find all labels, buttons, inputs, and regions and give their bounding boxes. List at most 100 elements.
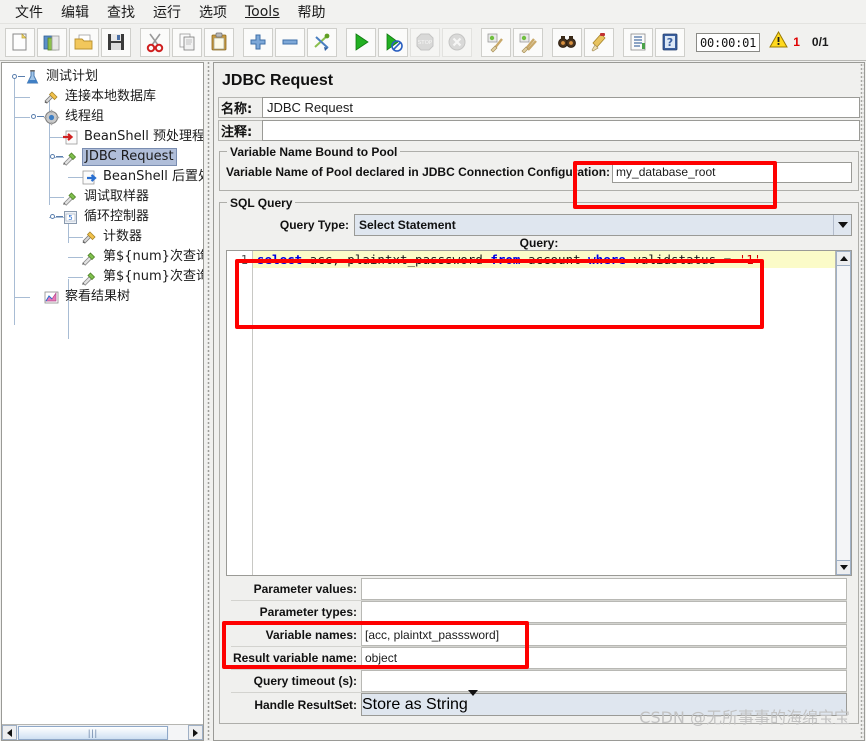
- tree-expander[interactable]: [48, 152, 63, 161]
- query-timeout-input[interactable]: [361, 670, 847, 692]
- sql-code-line: select acc, plaintxt_passsword from acco…: [253, 251, 835, 268]
- query-timeout-label: Query timeout (s):: [253, 674, 357, 688]
- collapse-all-button[interactable]: [275, 27, 305, 57]
- tree-node-query-sampler-1[interactable]: 第${num}次查询_假: [2, 247, 203, 267]
- tree-horizontal-scrollbar[interactable]: |||: [2, 724, 203, 740]
- tree-node-label: 察看结果树: [65, 289, 131, 304]
- stop-button[interactable]: STOP: [410, 27, 440, 57]
- shutdown-button[interactable]: [442, 27, 472, 57]
- sql-editor[interactable]: 1 select acc, plaintxt_passsword from ac…: [226, 250, 852, 576]
- tree-line: [14, 297, 30, 298]
- tree-node-test-plan[interactable]: 测试计划: [2, 67, 203, 87]
- scroll-track[interactable]: [836, 266, 851, 560]
- tree-node-view-results-tree[interactable]: 察看结果树: [2, 287, 203, 307]
- reset-search-button[interactable]: [584, 27, 614, 57]
- result-variable-name-label: Result variable name:: [232, 651, 357, 665]
- parameter-types-row: Parameter types:: [231, 601, 847, 624]
- parameter-values-input[interactable]: [361, 578, 847, 600]
- scroll-left-button[interactable]: [2, 725, 17, 740]
- copy-icon: [176, 31, 198, 53]
- sql-token: where: [588, 252, 626, 267]
- tree-expander[interactable]: [10, 72, 25, 81]
- status-indicators: 1 0/1: [769, 30, 829, 53]
- tree-node-query-sampler-2[interactable]: 第${num}次查询_假: [2, 267, 203, 287]
- warning-icon[interactable]: [769, 30, 789, 53]
- start-button[interactable]: [346, 27, 376, 57]
- open-button[interactable]: [69, 27, 99, 57]
- tree-node-jdbc-request[interactable]: JDBC Request: [2, 147, 203, 167]
- paste-button[interactable]: [204, 27, 234, 57]
- scroll-thumb[interactable]: |||: [18, 725, 168, 740]
- scroll-right-button[interactable]: [188, 725, 203, 740]
- parameter-types-input[interactable]: [361, 601, 847, 623]
- start-icon: [350, 31, 372, 53]
- scroll-down-button[interactable]: [836, 560, 851, 575]
- chevron-down-icon[interactable]: [833, 214, 851, 235]
- toolbar-separator-5: [544, 28, 551, 57]
- expand-all-button[interactable]: [243, 27, 273, 57]
- toggle-button[interactable]: [307, 27, 337, 57]
- menu-item-search[interactable]: 查找: [98, 0, 144, 24]
- scroll-track[interactable]: [169, 725, 188, 740]
- start-no-pause-button[interactable]: [378, 27, 408, 57]
- loop-controller-icon: 5: [62, 209, 79, 226]
- tree-node-beanshell-postprocessor[interactable]: BeanShell 后置处理程序: [2, 167, 203, 187]
- clear-button[interactable]: [481, 27, 511, 57]
- query-type-select[interactable]: Select Statement: [354, 213, 852, 236]
- pool-row: Variable Name of Pool declared in JDBC C…: [226, 161, 852, 183]
- sampler-icon: [62, 189, 79, 206]
- expand-all-icon: [247, 31, 269, 53]
- result-variable-name-input[interactable]: object: [361, 647, 847, 669]
- tree-node-loop-controller[interactable]: 5 循环控制器: [2, 207, 203, 227]
- tree-node-debug-sampler[interactable]: 调试取样器: [2, 187, 203, 207]
- sql-code-area[interactable]: select acc, plaintxt_passsword from acco…: [253, 251, 835, 575]
- stop-icon: STOP: [414, 31, 436, 53]
- name-input[interactable]: JDBC Request: [262, 97, 860, 118]
- query-label: Query:: [519, 236, 559, 250]
- menu-item-run[interactable]: 运行: [144, 0, 190, 24]
- clear-icon: [485, 31, 507, 53]
- menu-item-tools[interactable]: Tools: [236, 2, 289, 22]
- cut-button[interactable]: [140, 27, 170, 57]
- tree-expander[interactable]: [48, 212, 63, 221]
- tree-node-counter[interactable]: 计数器: [2, 227, 203, 247]
- menu-item-edit[interactable]: 编辑: [52, 0, 98, 24]
- toolbar: STOP ? 00:00:01 1 0/1: [0, 24, 866, 61]
- test-plan-tree-pane: 测试计划 连接本地数据库 线程组 BeanShell 预处理程 JDBC Req…: [1, 62, 204, 741]
- new-button[interactable]: [5, 27, 35, 57]
- pool-name-input[interactable]: my_database_root: [612, 161, 852, 183]
- save-icon: [105, 31, 127, 53]
- chevron-down-icon[interactable]: [467, 689, 478, 714]
- scroll-up-button[interactable]: [836, 251, 851, 266]
- comment-row: 注释:: [218, 120, 860, 141]
- parameter-types-label: Parameter types:: [259, 605, 357, 619]
- variable-names-input[interactable]: [acc, plaintxt_passsword]: [361, 624, 847, 646]
- menu-item-help[interactable]: 帮助: [289, 0, 335, 24]
- tree-node-beanshell-preprocessor[interactable]: BeanShell 预处理程序: [2, 127, 203, 147]
- toolbar-separator-6: [615, 28, 622, 57]
- comment-label: 注释:: [218, 120, 262, 141]
- tree-node-jdbc-config[interactable]: 连接本地数据库: [2, 87, 203, 107]
- toggle-icon: [311, 31, 333, 53]
- menu-item-options[interactable]: 选项: [190, 0, 236, 24]
- svg-text:?: ?: [667, 36, 673, 49]
- counter-icon: [81, 229, 98, 246]
- search-button[interactable]: [552, 27, 582, 57]
- tree-node-thread-group[interactable]: 线程组: [2, 107, 203, 127]
- tree-node-label: 线程组: [65, 109, 105, 124]
- shutdown-icon: [446, 31, 468, 53]
- pool-label: Variable Name of Pool declared in JDBC C…: [226, 165, 611, 179]
- templates-button[interactable]: [37, 27, 67, 57]
- help-button[interactable]: ?: [655, 27, 685, 57]
- copy-button[interactable]: [172, 27, 202, 57]
- function-helper-button[interactable]: [623, 27, 653, 57]
- editor-vertical-scrollbar[interactable]: [835, 251, 851, 575]
- save-button[interactable]: [101, 27, 131, 57]
- name-comment-form: 名称: JDBC Request 注释:: [218, 97, 860, 143]
- line-number: 1: [240, 253, 248, 267]
- clear-all-button[interactable]: [513, 27, 543, 57]
- menu-item-file[interactable]: 文件: [6, 0, 52, 24]
- split-divider[interactable]: [204, 61, 213, 741]
- tree-expander[interactable]: [29, 112, 44, 121]
- comment-input[interactable]: [262, 120, 860, 141]
